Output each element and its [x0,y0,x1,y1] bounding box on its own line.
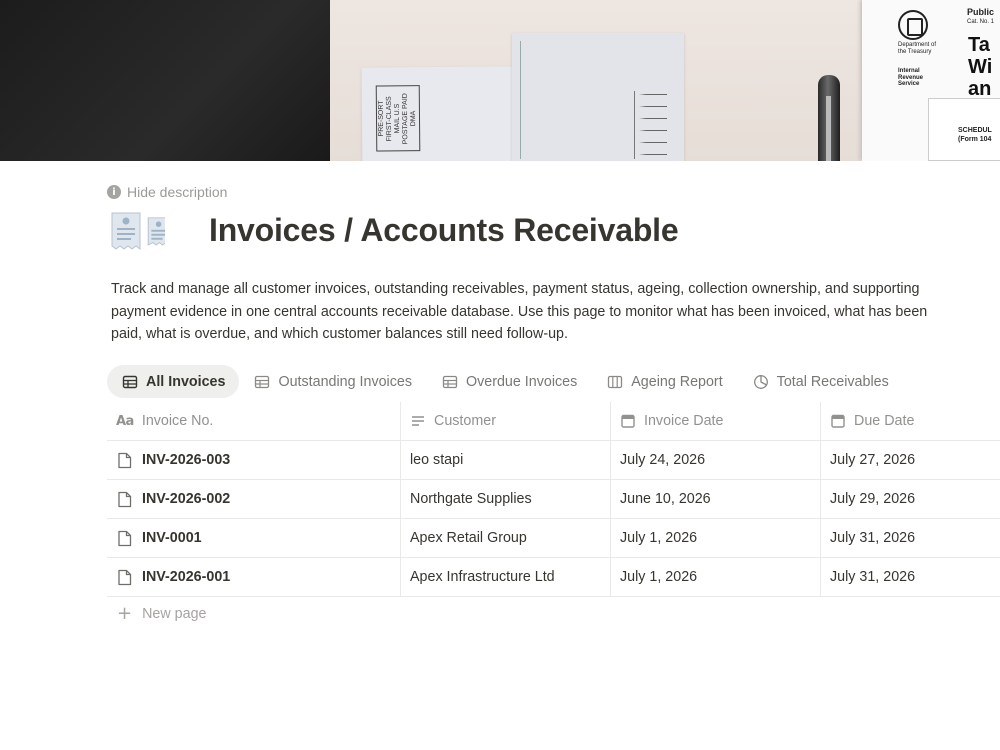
page-icon [118,452,132,468]
envelope-left: PRE-SORT FIRST-CLASS MAIL U.S POSTAGE PA… [361,66,515,161]
doc-header: Public [967,7,995,17]
doc-cat: Cat. No. 1 [967,19,995,25]
new-page-label: New page [142,606,207,622]
invoice-date-cell[interactable]: July 24, 2026 [611,441,821,479]
table-icon [122,375,138,388]
page-icon [118,569,132,585]
due-date-cell[interactable]: July 31, 2026 [821,558,1000,596]
tab-label: Overdue Invoices [466,373,578,390]
tab-ageing-report[interactable]: Ageing Report [592,365,737,398]
invoice-no-cell[interactable]: INV-0001 [107,519,401,557]
cover-dark-surface [0,0,330,161]
customer-cell[interactable]: leo stapi [401,441,611,479]
tax-form-document: Public Cat. No. 1 Department of the Trea… [862,0,1000,161]
page-icon [118,530,132,546]
receipt-page-icon[interactable] [110,211,165,251]
column-label: Invoice No. [141,413,214,429]
plus-icon: + [117,603,133,624]
text-lines-icon [412,416,424,426]
column-label: Invoice Date [644,413,724,429]
calendar-icon [621,414,635,428]
treasury-seal-icon [898,10,928,40]
customer-cell[interactable]: Apex Retail Group [401,519,611,557]
invoice-no: INV-2026-003 [142,452,231,468]
postage-stamp: PRE-SORT FIRST-CLASS MAIL U.S POSTAGE PA… [375,85,421,152]
tab-label: Outstanding Invoices [278,373,412,390]
envelope-checkboxes [634,91,676,159]
table-row[interactable]: INV-0001 Apex Retail Group July 1, 2026 … [107,519,1000,558]
due-date-cell[interactable]: July 27, 2026 [821,441,1000,479]
doc-dept: Department of the Treasury [898,42,937,55]
invoice-date-cell[interactable]: June 10, 2026 [611,480,821,518]
table-header: Aa Invoice No. Customer Invoice Date Due… [107,402,1000,441]
cover-image[interactable]: PRE-SORT FIRST-CLASS MAIL U.S POSTAGE PA… [0,0,1000,161]
due-date-cell[interactable]: July 29, 2026 [821,480,1000,518]
invoice-no: INV-0001 [142,530,202,546]
envelope-text-line [520,41,530,159]
doc-title: Ta Wi an [968,34,993,100]
tab-all-invoices[interactable]: All Invoices [107,365,240,398]
tab-overdue-invoices[interactable]: Overdue Invoices [427,365,592,398]
table-icon [255,375,270,388]
page-title[interactable]: Invoices / Accounts Receivable [209,212,679,249]
table-icon [442,375,458,388]
tab-label: Total Receivables [776,373,889,390]
board-icon [608,375,623,388]
table-row[interactable]: INV-2026-001 Apex Infrastructure Ltd Jul… [107,558,1000,597]
hide-description-toggle[interactable]: i Hide description [107,184,227,200]
tab-total-receivables[interactable]: Total Receivables [738,365,904,398]
due-date-cell[interactable]: July 31, 2026 [821,519,1000,557]
invoice-no: INV-2026-002 [142,491,231,507]
title-aa-icon: Aa [116,413,134,429]
customer-cell[interactable]: Northgate Supplies [401,480,611,518]
table-row[interactable]: INV-2026-003 leo stapi July 24, 2026 Jul… [107,441,1000,480]
info-icon: i [107,185,121,199]
tab-outstanding-invoices[interactable]: Outstanding Invoices [239,365,427,398]
envelope-right [512,33,684,161]
customer-cell[interactable]: Apex Infrastructure Ltd [401,558,611,596]
view-tabs: All Invoices Outstanding Invoices Overdu… [107,365,904,398]
invoices-table: Aa Invoice No. Customer Invoice Date Due… [107,402,1000,597]
hide-description-label: Hide description [127,184,228,200]
doc-irs: Internal Revenue Service [898,68,924,88]
invoice-no-cell[interactable]: INV-2026-001 [107,558,401,596]
tab-label: All Invoices [146,373,226,390]
page-icon [118,491,132,507]
chart-icon [753,374,768,389]
column-label: Customer [434,413,496,429]
page-description[interactable]: Track and manage all customer invoices, … [111,278,931,346]
new-page-button[interactable]: + New page [117,605,206,623]
doc-schedule: SCHEDUL (Form 104 [958,127,992,143]
invoice-no-cell[interactable]: INV-2026-003 [107,441,401,479]
invoice-no: INV-2026-001 [142,569,231,585]
pen-clip [826,96,831,161]
column-label: Due Date [854,413,915,429]
column-header-invoice-no[interactable]: Aa Invoice No. [107,402,401,440]
invoice-date-cell[interactable]: July 1, 2026 [611,519,821,557]
calendar-icon [831,414,845,428]
column-header-invoice-date[interactable]: Invoice Date [611,402,821,440]
column-header-due-date[interactable]: Due Date [821,402,1000,440]
receipt-icon-right [147,217,165,246]
receipt-icon-left [111,212,141,250]
table-row[interactable]: INV-2026-002 Northgate Supplies June 10,… [107,480,1000,519]
column-header-customer[interactable]: Customer [401,402,611,440]
invoice-date-cell[interactable]: July 1, 2026 [611,558,821,596]
invoice-no-cell[interactable]: INV-2026-002 [107,480,401,518]
tab-label: Ageing Report [631,373,723,390]
